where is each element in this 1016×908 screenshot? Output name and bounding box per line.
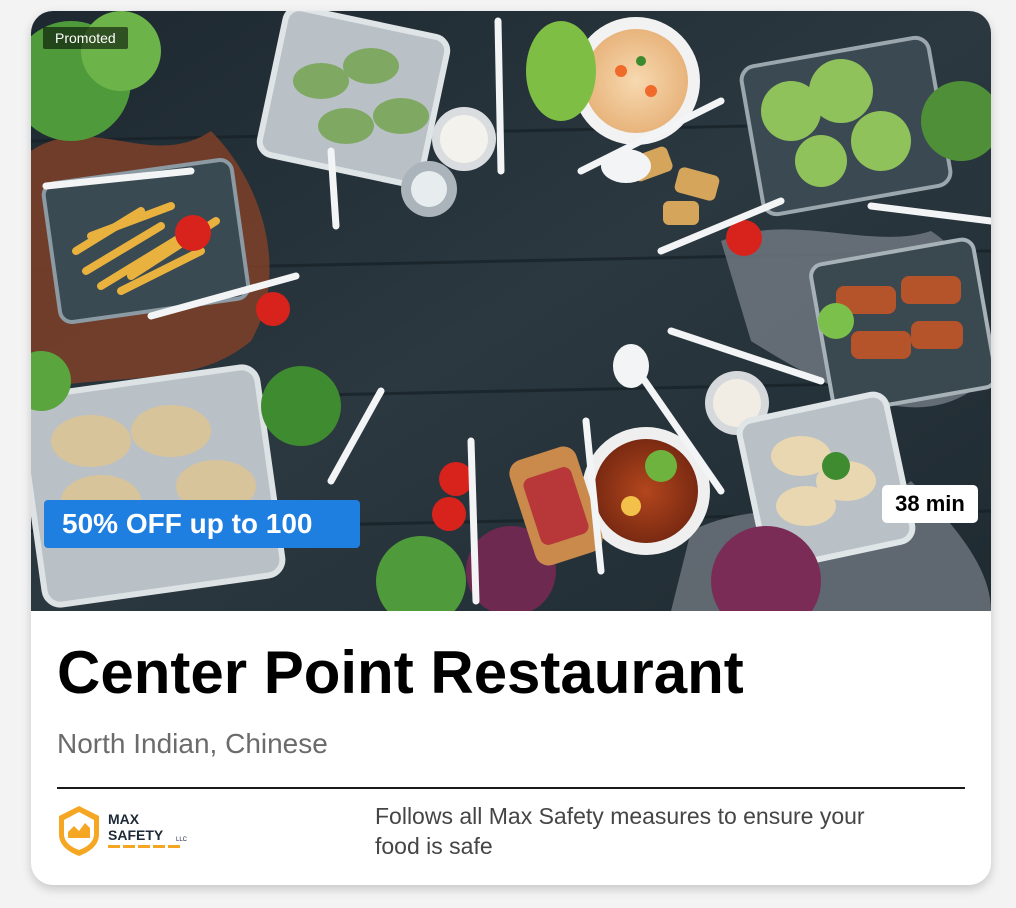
offer-badge: 50% OFF up to 100 (44, 500, 360, 548)
restaurant-name[interactable]: Center Point Restaurant (57, 637, 744, 709)
food-photo: Promoted 50% OFF up to 100 38 min (31, 11, 991, 611)
svg-text:SAFETY: SAFETY (108, 827, 164, 843)
svg-text:MAX: MAX (108, 811, 140, 827)
delivery-time-badge: 38 min (882, 485, 978, 523)
restaurant-card[interactable]: Promoted 50% OFF up to 100 38 min Center… (31, 11, 991, 885)
safety-message: Follows all Max Safety measures to ensur… (375, 803, 865, 859)
promoted-badge: Promoted (43, 27, 128, 49)
svg-text:LLC: LLC (176, 837, 188, 843)
divider (57, 787, 965, 789)
max-safety-logo: MAX SAFETY LLC (55, 804, 195, 856)
cuisine-list: North Indian, Chinese (57, 728, 328, 759)
